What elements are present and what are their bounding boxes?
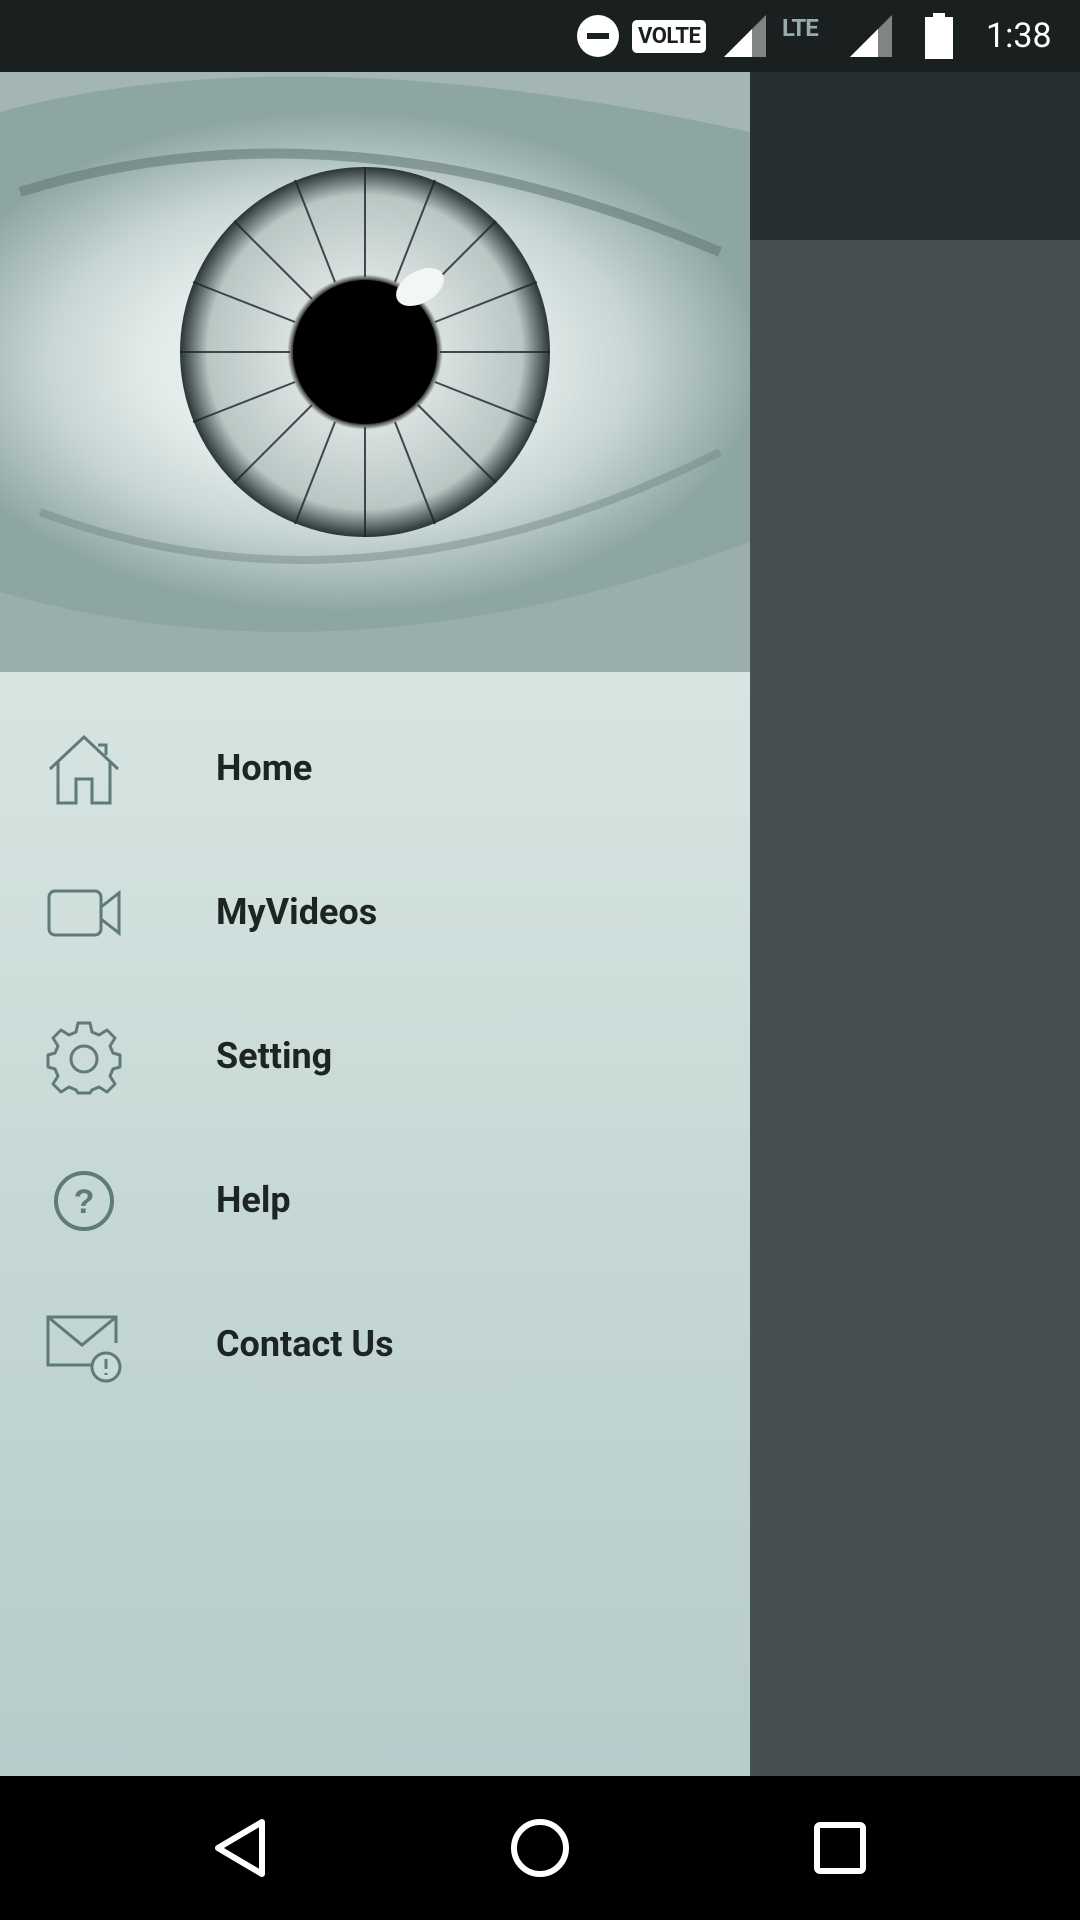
home-icon <box>46 731 122 807</box>
battery-icon <box>924 0 954 72</box>
clock: 1:38 <box>986 16 1052 56</box>
recents-icon[interactable] <box>770 1776 910 1920</box>
home-circle-icon[interactable] <box>470 1776 610 1920</box>
volte-label: VOLTE <box>632 19 707 53</box>
drawer-item-label: Setting <box>216 1035 333 1077</box>
drawer-item-label: Home <box>216 747 313 789</box>
lte-disabled-icon: LTE <box>782 8 819 48</box>
svg-text:?: ? <box>74 1183 95 1221</box>
lte-label: LTE <box>782 14 819 42</box>
drawer-item-home[interactable]: Home <box>0 696 750 840</box>
status-bar: VOLTE LTE 1:38 <box>0 0 1080 72</box>
drawer-item-help[interactable]: ? Help <box>0 1128 750 1272</box>
video-camera-icon <box>46 875 122 951</box>
volte-icon: VOLTE <box>632 0 707 72</box>
drawer-item-myvideos[interactable]: MyVideos <box>0 840 750 984</box>
drawer-header-eye-image <box>0 72 750 672</box>
gear-icon <box>46 1019 122 1095</box>
do-not-disturb-icon <box>576 0 620 72</box>
navigation-bar <box>0 1776 1080 1920</box>
drawer-item-label: MyVideos <box>216 891 378 933</box>
back-icon[interactable] <box>170 1776 310 1920</box>
signal-icon <box>848 0 894 72</box>
drawer-item-label: Help <box>216 1179 291 1221</box>
drawer-item-setting[interactable]: Setting <box>0 984 750 1128</box>
drawer-item-contact-us[interactable]: Contact Us <box>0 1272 750 1416</box>
help-icon: ? <box>46 1163 122 1239</box>
signal-icon <box>722 0 768 72</box>
navigation-drawer: Home MyVideos Setting ? Help Contact Us <box>0 72 750 1776</box>
drawer-item-label: Contact Us <box>216 1323 394 1365</box>
mail-alert-icon <box>46 1307 122 1383</box>
